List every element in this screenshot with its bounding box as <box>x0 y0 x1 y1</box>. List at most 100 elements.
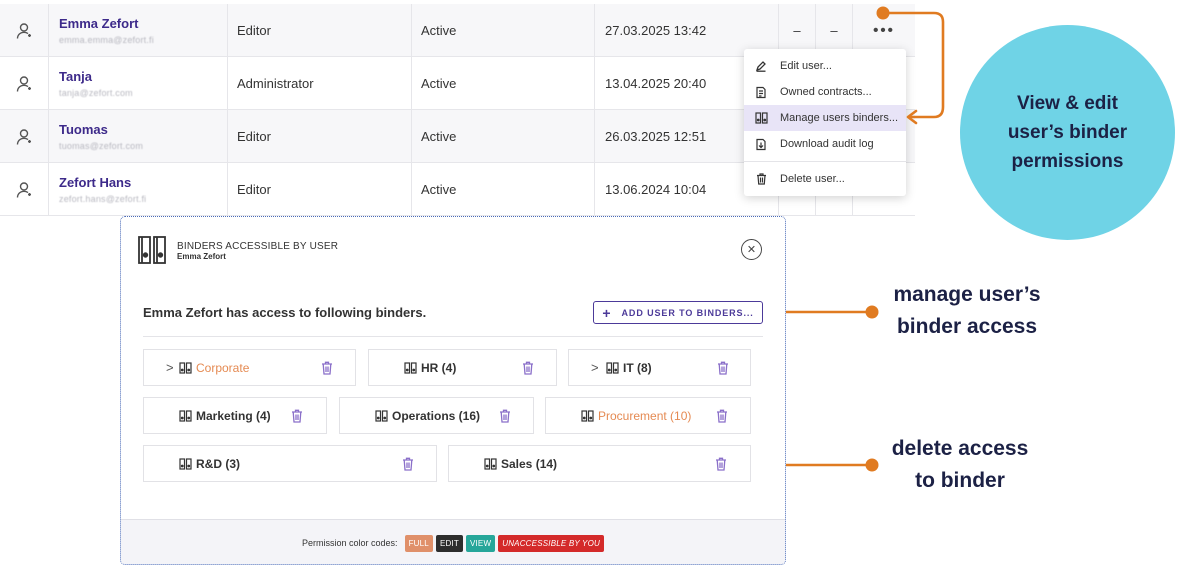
user-icon <box>10 4 38 57</box>
annotation-line: binder access <box>896 315 1038 338</box>
menu-item-edit-user[interactable]: Edit user... <box>744 53 906 79</box>
user-status: Active <box>421 129 457 144</box>
access-description: Emma Zefort has access to following bind… <box>143 305 427 320</box>
user-email: tanja@zefort.com <box>59 88 133 98</box>
more-actions-button[interactable]: ••• <box>873 22 895 39</box>
binder-chip-procurement[interactable]: Procurement (10) <box>545 397 751 434</box>
user-email: tuomas@zefort.com <box>59 141 144 151</box>
modal-subtitle: Emma Zefort <box>177 252 226 261</box>
binder-icon <box>606 361 619 374</box>
trash-icon[interactable] <box>715 457 727 471</box>
menu-item-owned-contracts[interactable]: Owned contracts... <box>744 79 906 105</box>
trash-icon[interactable] <box>321 361 333 375</box>
permission-legend: Permission color codes: FULL EDIT VIEW U… <box>121 519 785 564</box>
binder-chip-label: R&D (3) <box>179 457 240 471</box>
binder-name: Sales (14) <box>501 456 558 471</box>
binder-name: HR (4) <box>421 360 457 375</box>
chevron-right-icon[interactable]: > <box>166 360 174 375</box>
binder-icon <box>137 235 167 265</box>
binder-icon <box>484 457 497 470</box>
binder-icon <box>375 409 388 422</box>
menu-item-label: Delete user... <box>780 173 845 185</box>
pencil-icon <box>754 59 768 73</box>
binder-chip-sales[interactable]: Sales (14) <box>448 445 751 482</box>
chevron-right-icon[interactable]: > <box>591 360 599 375</box>
user-status: Active <box>421 23 457 38</box>
binder-name: Procurement (10) <box>598 408 692 423</box>
user-email: emma.emma@zefort.fi <box>59 35 154 45</box>
binder-icon <box>581 409 594 422</box>
binder-chip-operations[interactable]: Operations (16) <box>339 397 534 434</box>
trash-icon[interactable] <box>716 409 728 423</box>
binder-chip-corporate[interactable]: > Corporate <box>143 349 356 386</box>
user-icon <box>10 57 38 110</box>
user-role: Editor <box>237 182 271 197</box>
binder-icon <box>754 111 768 125</box>
menu-item-manage-binders[interactable]: Manage users binders... <box>744 105 906 131</box>
plus-icon: + <box>602 304 611 321</box>
annotation-line: delete access <box>891 437 1029 460</box>
menu-item-download-audit-log[interactable]: Download audit log <box>744 131 906 157</box>
trash-icon[interactable] <box>402 457 414 471</box>
user-name[interactable]: Emma Zefort <box>59 16 138 31</box>
binder-name: R&D (3) <box>196 456 240 471</box>
binder-chip-rnd[interactable]: R&D (3) <box>143 445 437 482</box>
binder-name: Corporate <box>196 360 250 375</box>
binder-chip-marketing[interactable]: Marketing (4) <box>143 397 327 434</box>
legend-label: Permission color codes: <box>302 538 398 548</box>
binder-chip-label: Sales (14) <box>484 457 557 471</box>
close-icon[interactable]: ✕ <box>741 239 762 260</box>
binder-name: Marketing (4) <box>196 408 271 423</box>
badge-view: VIEW <box>465 534 496 552</box>
modal-divider <box>143 336 763 337</box>
binder-chip-it[interactable]: > IT (8) <box>568 349 751 386</box>
trash-icon[interactable] <box>291 409 303 423</box>
binder-chip-label: HR (4) <box>404 361 456 375</box>
annotation-line: to binder <box>915 469 1005 492</box>
annotation-circle: View & edit user’s binder permissions <box>960 25 1175 240</box>
user-role: Editor <box>237 129 271 144</box>
download-log-icon <box>754 137 768 151</box>
binder-name: Operations (16) <box>392 408 481 423</box>
user-role: Editor <box>237 23 271 38</box>
add-button-label: ADD USER TO BINDERS... <box>621 307 754 318</box>
contract-icon <box>754 85 768 99</box>
binder-chip-label: IT (8) <box>606 361 652 375</box>
user-name[interactable]: Zefort Hans <box>59 175 131 190</box>
user-actions-menu: Edit user... Owned contracts... Manage u… <box>744 49 906 196</box>
menu-item-label: Download audit log <box>780 138 874 150</box>
menu-item-label: Owned contracts... <box>780 86 872 98</box>
binder-chip-hr[interactable]: HR (4) <box>368 349 557 386</box>
user-name[interactable]: Tanja <box>59 69 92 84</box>
user-last-login: 13.04.2025 20:40 <box>605 76 707 91</box>
trash-icon[interactable] <box>499 409 511 423</box>
binder-icon <box>179 457 192 470</box>
user-status: Active <box>421 182 457 197</box>
binder-icon <box>179 361 192 374</box>
menu-item-label: Edit user... <box>780 60 832 72</box>
badge-full: FULL <box>404 534 433 552</box>
annotation-manage-access: manage user’s binder access <box>872 279 1062 343</box>
badge-edit: EDIT <box>435 534 463 552</box>
binders-modal: BINDERS ACCESSIBLE BY USER Emma Zefort ✕… <box>120 216 786 565</box>
binder-chip-label: Marketing (4) <box>179 409 271 423</box>
trash-icon[interactable] <box>717 361 729 375</box>
user-last-login: 26.03.2025 12:51 <box>605 129 707 144</box>
binder-chip-label: Operations (16) <box>375 409 480 423</box>
menu-item-delete-user[interactable]: Delete user... <box>744 166 906 192</box>
annotation-view-edit: View & edit user’s binder permissions <box>1007 93 1128 172</box>
trash-icon[interactable] <box>522 361 534 375</box>
binder-chip-label: Corporate <box>179 361 249 375</box>
user-status: Active <box>421 76 457 91</box>
binder-name: IT (8) <box>623 360 652 375</box>
user-role: Administrator <box>237 76 314 91</box>
menu-item-label: Manage users binders... <box>780 112 899 124</box>
user-email: zefort.hans@zefort.fi <box>59 194 147 204</box>
add-user-to-binders-button[interactable]: + ADD USER TO BINDERS... <box>593 301 763 324</box>
user-last-login: 27.03.2025 13:42 <box>605 23 707 38</box>
user-last-login: 13.06.2024 10:04 <box>605 182 707 197</box>
user-icon <box>10 110 38 163</box>
user-name[interactable]: Tuomas <box>59 122 108 137</box>
user-icon <box>10 163 38 216</box>
binder-icon <box>404 361 417 374</box>
